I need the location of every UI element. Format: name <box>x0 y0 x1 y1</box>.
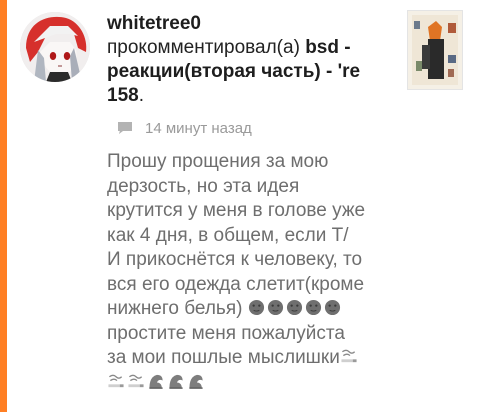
smoking-cigarette-emoji <box>108 374 124 387</box>
username[interactable]: whitetree0 <box>107 12 407 36</box>
comment-line: вся его одежда слетит(кроме <box>107 273 365 295</box>
comment-line: как 4 дня, в общем, если Т/ <box>107 224 349 246</box>
comment-line: крутится у меня в голове уже <box>107 200 366 221</box>
post-title-part3[interactable]: 158 <box>107 85 139 106</box>
emoji-row <box>107 371 397 396</box>
accent-bar <box>0 0 7 412</box>
comment-line: простите меня пожалуйста <box>107 322 345 344</box>
smoking-cigarette-emoji <box>341 349 357 363</box>
comment-meta: 14 минут назад <box>117 118 252 138</box>
comment-line-with-emojis: нижнего белья) <box>107 297 397 322</box>
user-avatar[interactable] <box>20 12 90 82</box>
new-moon-face-emoji <box>286 299 302 316</box>
timestamp: 14 минут назад <box>145 119 252 137</box>
smoking-cigarette-emoji <box>128 374 144 387</box>
comment-text: Прошу прощения за мою дерзость, но эта и… <box>107 150 397 395</box>
post-thumbnail[interactable] <box>407 10 463 90</box>
post-title-part1[interactable]: bsd - <box>305 37 350 58</box>
comment-bubble-icon <box>118 122 132 134</box>
comment-line: И прикоснётся к человеку, то <box>107 249 363 270</box>
title-end: . <box>138 85 144 106</box>
new-moon-face-emoji <box>324 299 340 316</box>
new-moon-face-emoji <box>267 299 283 316</box>
post-title-part2[interactable]: реакции(вторая часть) - 're <box>107 61 360 82</box>
water-wave-emoji <box>189 374 203 389</box>
comment-line: Прошу прощения за мою <box>107 151 329 172</box>
comment-line-with-emojis: за мои пошлые мыслишки <box>107 346 397 371</box>
new-moon-face-emoji <box>248 299 264 316</box>
action-text: прокомментировал(а) <box>107 37 300 58</box>
water-wave-emoji <box>149 374 163 389</box>
new-moon-face-emoji <box>305 299 321 316</box>
comment-line: дерзость, но эта идея <box>107 175 300 197</box>
notification-header: whitetree0 прокомментировал(а) bsd - реа… <box>107 12 407 108</box>
moon-face-emojis <box>248 298 343 319</box>
water-wave-emoji <box>169 374 183 389</box>
